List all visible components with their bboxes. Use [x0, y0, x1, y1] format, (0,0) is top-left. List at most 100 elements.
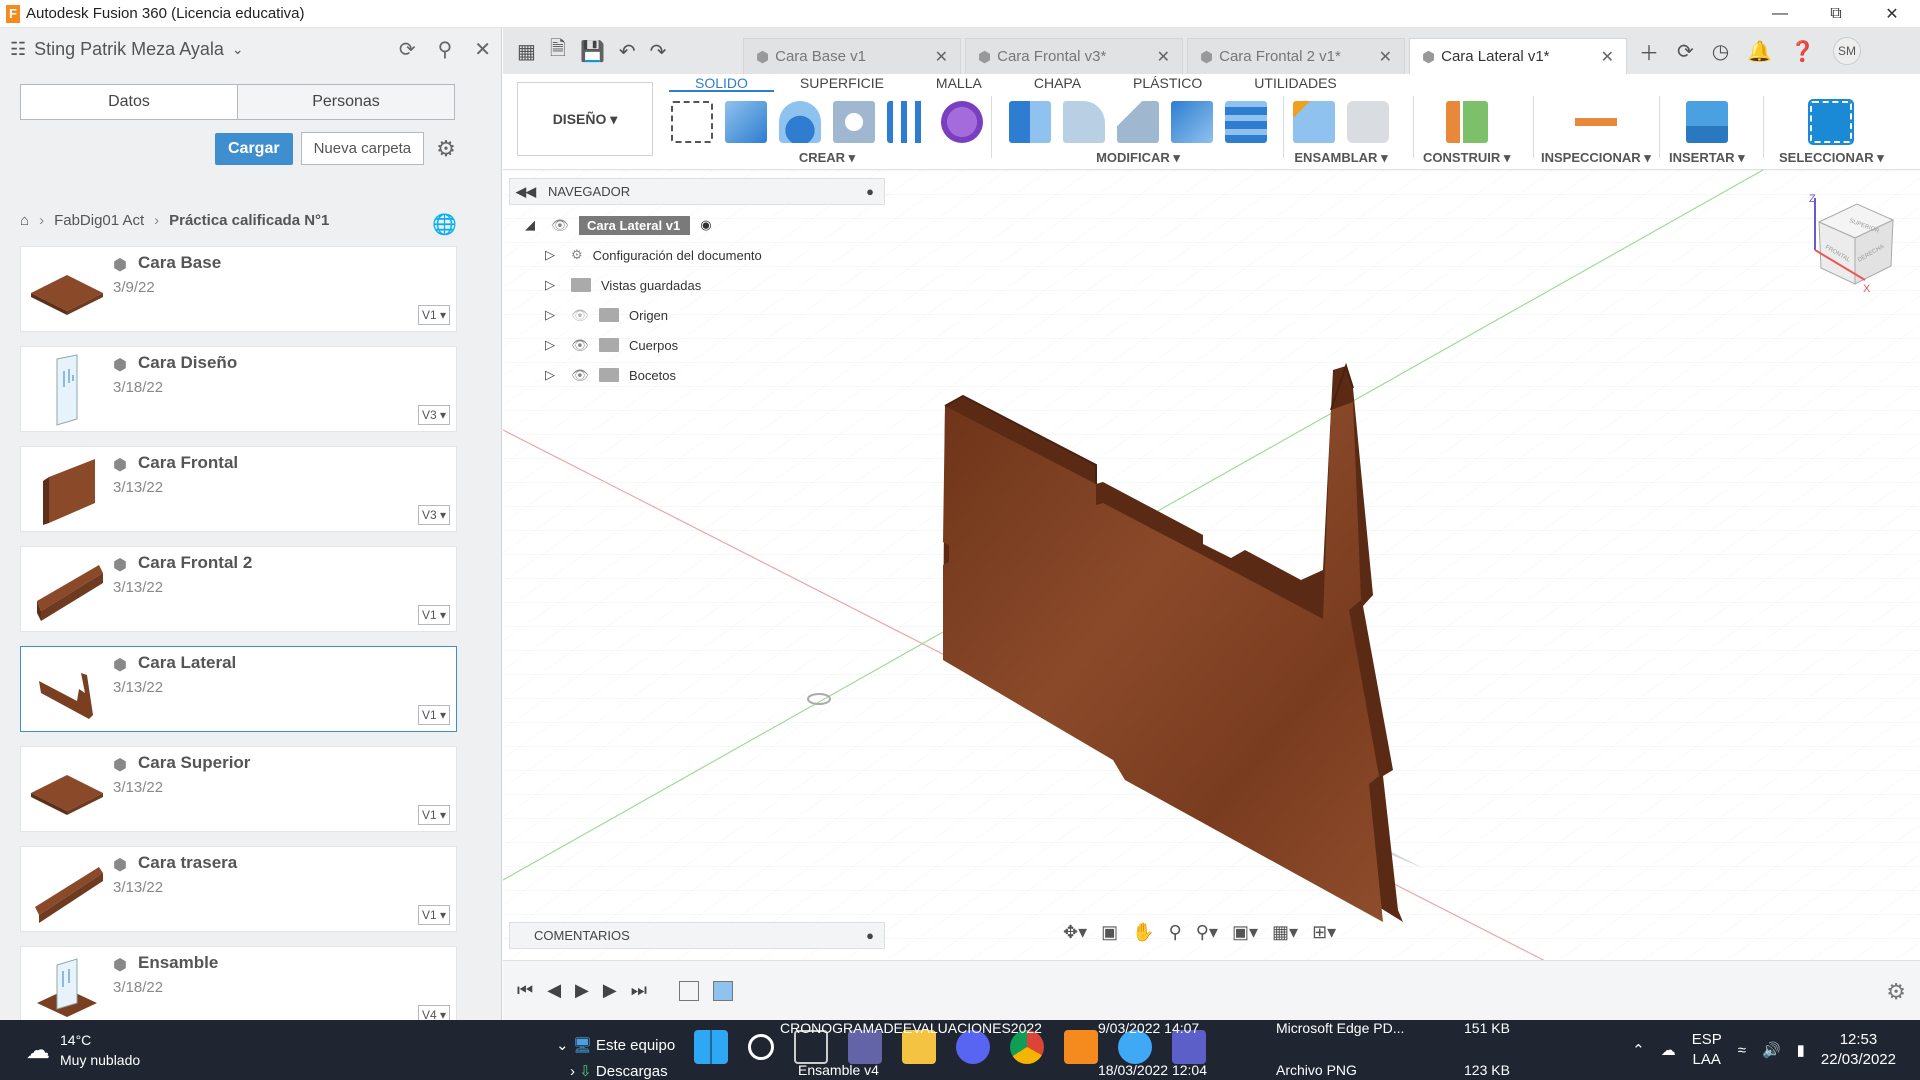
- wifi-icon[interactable]: ≈: [1738, 1042, 1746, 1059]
- navigator-header[interactable]: ◀◀ NAVEGADOR ●: [509, 178, 885, 205]
- collapsed-triangle-icon[interactable]: ▷: [545, 367, 561, 383]
- chevron-down-icon[interactable]: ⌄: [232, 41, 244, 58]
- file-menu-icon[interactable]: 🗎: [550, 34, 566, 68]
- file-item[interactable]: ⬢ Cara Base 3/9/22 V1 ▾: [20, 246, 457, 332]
- tab-personas[interactable]: Personas: [237, 85, 454, 119]
- gear-icon[interactable]: ⚙: [1886, 979, 1906, 1005]
- collapsed-triangle-icon[interactable]: ▷: [545, 277, 561, 293]
- fit-icon[interactable]: ⚲▾: [1196, 922, 1218, 943]
- job-status-icon[interactable]: ◷: [1712, 39, 1729, 64]
- collapsed-triangle-icon[interactable]: ▷: [545, 247, 561, 263]
- tree-root[interactable]: ◢ 👁 Cara Lateral v1 ◉: [525, 210, 762, 240]
- refresh-icon[interactable]: ⟳: [399, 37, 416, 62]
- new-component-icon[interactable]: [1293, 101, 1335, 143]
- undo-icon[interactable]: ↶: [619, 39, 636, 64]
- collapsed-triangle-icon[interactable]: ▷: [545, 307, 561, 323]
- play-icon[interactable]: ▶: [575, 980, 589, 1001]
- volume-icon[interactable]: 🔊: [1762, 1041, 1781, 1059]
- pan-icon[interactable]: ✋: [1132, 922, 1154, 943]
- new-tab-icon[interactable]: ＋: [1639, 37, 1659, 66]
- eye-icon[interactable]: 👁: [551, 217, 569, 234]
- offset-plane-icon[interactable]: [1445, 101, 1488, 143]
- explorer-tree-popup[interactable]: ⌄ 🖥 Este equipo › ⇩ Descargas: [556, 1036, 675, 1080]
- close-tab-icon[interactable]: ✕: [935, 47, 948, 67]
- version-dropdown[interactable]: V1 ▾: [417, 305, 450, 325]
- select-icon[interactable]: [1808, 99, 1855, 145]
- version-dropdown[interactable]: V1 ▾: [417, 605, 450, 625]
- version-dropdown[interactable]: V1 ▾: [417, 805, 450, 825]
- windows-start-icon[interactable]: [694, 1030, 728, 1064]
- gear-icon[interactable]: ⚙: [436, 136, 456, 162]
- redo-icon[interactable]: ↷: [650, 39, 667, 64]
- measure-icon[interactable]: [1574, 101, 1617, 143]
- comments-panel[interactable]: COMENTARIOS ●: [509, 922, 885, 949]
- save-icon[interactable]: 💾: [580, 39, 605, 64]
- fillet-icon[interactable]: [1063, 101, 1105, 143]
- collapsed-triangle-icon[interactable]: ▷: [545, 337, 561, 353]
- timeline-extrude-feature[interactable]: [712, 980, 733, 1001]
- previous-frame-icon[interactable]: ◀: [547, 980, 561, 1001]
- press-pull-icon[interactable]: [1009, 101, 1051, 143]
- revolve-icon[interactable]: [779, 101, 821, 143]
- hole-icon[interactable]: [833, 101, 875, 143]
- doc-tab[interactable]: ⬢ Cara Frontal 2 v1* ✕: [1187, 38, 1405, 74]
- create-menu[interactable]: CREAR ▾: [799, 150, 855, 166]
- display-settings-icon[interactable]: ▣▾: [1232, 922, 1258, 943]
- tab-datos[interactable]: Datos: [21, 85, 237, 119]
- collapse-icon[interactable]: ◀◀: [516, 184, 536, 200]
- file-name[interactable]: CRONOGRAMADEEVALUACIONES2022: [780, 1020, 1042, 1036]
- last-frame-icon[interactable]: ⏭: [631, 980, 647, 1001]
- orbit-icon[interactable]: ✥▾: [1063, 922, 1087, 943]
- onedrive-icon[interactable]: ☁: [1661, 1041, 1676, 1059]
- view-cube[interactable]: Z X SUPERIOR FRONTAL DERECHA: [1801, 190, 1901, 300]
- doc-tab-active[interactable]: ⬢ Cara Lateral v1* ✕: [1409, 38, 1627, 74]
- search-icon[interactable]: ⚲: [438, 37, 453, 62]
- zoom-icon[interactable]: ⚲: [1169, 922, 1182, 943]
- version-dropdown[interactable]: V3 ▾: [417, 405, 450, 425]
- notifications-icon[interactable]: 🔔: [1747, 39, 1772, 64]
- navigator-options-icon[interactable]: ●: [866, 184, 874, 199]
- file-item[interactable]: ⬢ Cara Frontal 2 3/13/22 V1 ▾: [20, 546, 457, 632]
- file-name[interactable]: Ensamble v4: [798, 1062, 879, 1078]
- file-item[interactable]: ⬢ Cara Diseño 3/18/22 V3 ▾: [20, 346, 457, 432]
- minimize-button[interactable]: —: [1752, 0, 1808, 28]
- tree-item[interactable]: ▷ 👁 Cuerpos: [525, 330, 762, 360]
- workspace-dropdown[interactable]: DISEÑO ▾: [517, 82, 653, 156]
- shell-icon[interactable]: [1171, 101, 1213, 143]
- activate-radio-icon[interactable]: ◉: [700, 217, 711, 233]
- grid-menu-icon[interactable]: ▦: [517, 39, 536, 64]
- add-comment-icon[interactable]: ●: [866, 928, 874, 943]
- file-item[interactable]: ⬢ Cara Superior 3/13/22 V1 ▾: [20, 746, 457, 832]
- close-tab-icon[interactable]: ✕: [1157, 47, 1170, 67]
- clock[interactable]: 12:53 22/03/2022: [1821, 1030, 1896, 1070]
- inspect-menu[interactable]: INSPECCIONAR ▾: [1541, 150, 1651, 166]
- chamfer-icon[interactable]: [1117, 101, 1159, 143]
- modify-menu[interactable]: MODIFICAR ▾: [1096, 150, 1180, 166]
- battery-icon[interactable]: ▮: [1797, 1041, 1805, 1059]
- extrude-icon[interactable]: [725, 101, 767, 143]
- file-item-selected[interactable]: ⬢ Cara Lateral 3/13/22 V1 ▾: [20, 646, 457, 732]
- create-sketch-icon[interactable]: [671, 101, 713, 143]
- close-icon[interactable]: ✕: [474, 37, 491, 62]
- tab-malla[interactable]: MALLA: [910, 74, 1008, 92]
- doc-tab[interactable]: ⬢ Cara Base v1 ✕: [743, 38, 961, 74]
- tree-item[interactable]: ▷ 👁 Origen: [525, 300, 762, 330]
- timeline-sketch-feature[interactable]: [678, 980, 699, 1001]
- pattern-icon[interactable]: [887, 101, 929, 143]
- tab-superficie[interactable]: SUPERFICIE: [774, 74, 910, 92]
- tab-chapa[interactable]: CHAPA: [1008, 74, 1107, 92]
- tree-item[interactable]: ▷ 👁 Bocetos: [525, 360, 762, 390]
- viewport[interactable]: ◀◀ NAVEGADOR ● ◢ 👁 Cara Lateral v1 ◉ ▷ ⚙…: [503, 170, 1920, 960]
- select-menu[interactable]: SELECCIONAR ▾: [1779, 150, 1884, 166]
- tab-utilidades[interactable]: UTILIDADES: [1228, 74, 1362, 92]
- doc-tab[interactable]: ⬢ Cara Frontal v3* ✕: [965, 38, 1183, 74]
- eye-icon[interactable]: 👁: [571, 367, 589, 384]
- version-dropdown[interactable]: V3 ▾: [417, 505, 450, 525]
- new-folder-button[interactable]: Nueva carpeta: [300, 132, 425, 165]
- look-at-icon[interactable]: ▣: [1101, 922, 1118, 943]
- eye-icon[interactable]: 👁: [571, 337, 589, 354]
- close-tab-icon[interactable]: ✕: [1379, 47, 1392, 67]
- file-item[interactable]: ⬢ Cara Frontal 3/13/22 V3 ▾: [20, 446, 457, 532]
- tab-solido[interactable]: SOLIDO: [669, 74, 774, 92]
- tab-plastico[interactable]: PLÁSTICO: [1107, 74, 1228, 92]
